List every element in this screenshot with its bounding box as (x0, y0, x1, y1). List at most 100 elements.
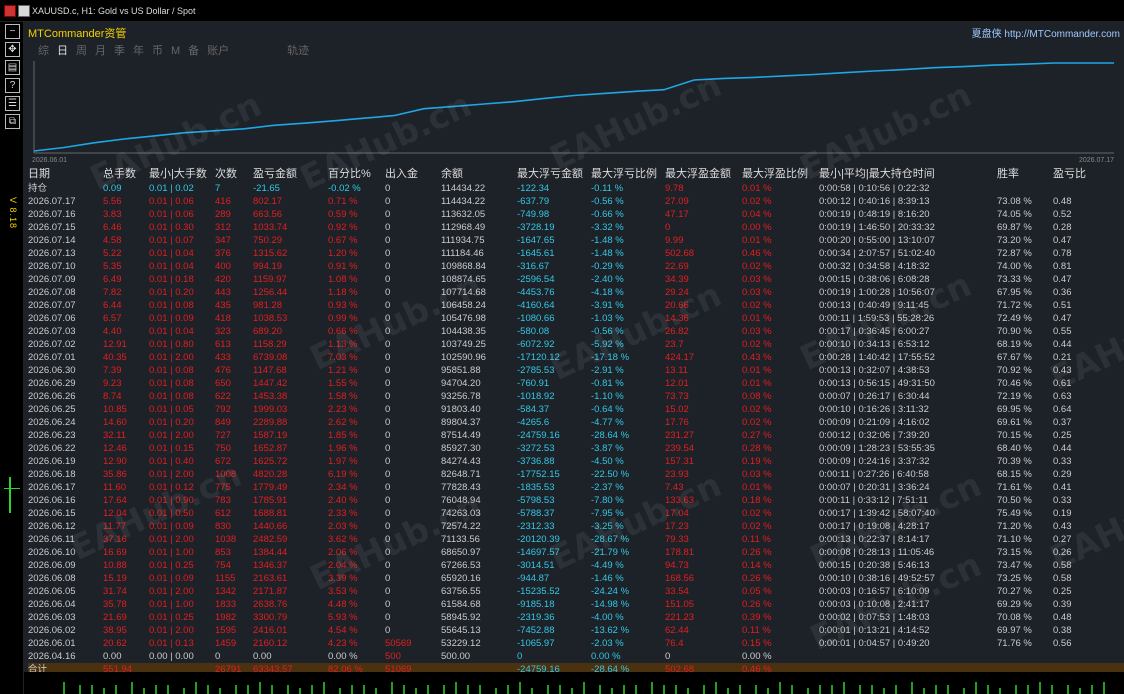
table-row[interactable]: 2026.06.19 12.90 0.01 | 0.40 672 1625.72 1.97… (28, 455, 1124, 468)
table-cell: 0.21 (1053, 352, 1072, 363)
table-row[interactable]: 2026.06.08 15.19 0.01 | 0.09 1155 2163.61 3.3… (28, 572, 1124, 585)
table-row[interactable]: 2026.07.06 6.57 0.01 | 0.09 418 1038.53 0.99 … (28, 312, 1124, 325)
minimize-icon[interactable]: − (5, 24, 20, 39)
restore-icon[interactable]: ⧉ (5, 114, 20, 129)
table-row[interactable]: 2026.06.24 14.60 0.01 | 0.20 849 2289.88 2.62… (28, 416, 1124, 429)
column-header: 盈亏比 (1053, 168, 1086, 180)
table-row[interactable]: 2026.06.15 12.04 0.01 | 0.50 612 1688.81 2.33… (28, 507, 1124, 520)
settings-icon[interactable]: ☰ (5, 96, 20, 111)
table-cell: -21.65 (253, 183, 280, 194)
table-row[interactable]: 2026.04.16 0.00 0.00 | 0.00 0 0.00 0.00 % 500 5… (28, 650, 1124, 663)
table-cell: 0.44 (1053, 443, 1072, 454)
table-cell: 0.01 | 0.20 (149, 417, 194, 428)
table-row[interactable]: 2026.06.25 10.85 0.01 | 0.05 792 1999.03 2.23… (28, 403, 1124, 416)
table-row[interactable]: 2026.07.01 40.35 0.01 | 2.00 433 6739.08 7.03… (28, 351, 1124, 364)
column-header: 次数 (215, 168, 237, 180)
header-link[interactable]: 夏盘侠 http://MTCommander.com (972, 25, 1120, 40)
table-cell: 6.19 % (328, 469, 358, 480)
table-cell: 69.87 % (997, 222, 1032, 233)
table-row[interactable]: 2026.06.23 32.11 0.01 | 2.00 727 1587.19 1.85… (28, 429, 1124, 442)
table-cell: 0.55 (1053, 326, 1072, 337)
table-row[interactable]: 2026.06.16 17.64 0.01 | 0.90 783 1785.91 2.40… (28, 494, 1124, 507)
table-cell: 2026.06.08 (28, 573, 76, 584)
table-cell: -2.40 % (591, 274, 624, 285)
table-cell: -749.98 (517, 209, 550, 220)
table-cell: 0.36 (1053, 287, 1072, 298)
position-row[interactable]: 持仓 0.09 0.01 | 0.02 7 -21.65 -0.02 % 0 114434.2… (28, 182, 1124, 195)
table-row[interactable]: 2026.06.29 9.23 0.01 | 0.08 650 1447.42 1.55 … (28, 377, 1124, 390)
table-cell: 38.95 (103, 625, 127, 636)
table-row[interactable]: 2026.07.07 6.44 0.01 | 0.08 435 981.28 0.93 %… (28, 299, 1124, 312)
table-cell: 0.27 (1053, 534, 1072, 545)
tab-2[interactable]: 周 (76, 42, 87, 58)
table-cell: 0.92 % (328, 222, 358, 233)
table-row[interactable]: 2026.07.09 6.49 0.01 | 0.18 420 1159.97 1.08 … (28, 273, 1124, 286)
table-row[interactable]: 2026.06.22 12.46 0.01 | 0.15 750 1652.87 1.96… (28, 442, 1124, 455)
table-row[interactable]: 2026.07.14 4.58 0.01 | 0.07 347 750.29 0.67 %… (28, 234, 1124, 247)
table-cell: 151.05 (665, 599, 695, 610)
table-cell: -1.03 % (591, 313, 624, 324)
table-cell: 0.64 (1053, 404, 1072, 415)
table-row[interactable]: 2026.06.30 7.39 0.01 | 0.08 476 1147.68 1.21 … (28, 364, 1124, 377)
table-cell: 94704.20 (441, 378, 481, 389)
table-cell: 1833 (215, 599, 237, 610)
help-icon[interactable]: ? (5, 78, 20, 93)
table-row[interactable]: 2026.07.10 5.35 0.01 | 0.04 400 994.19 0.91 %… (28, 260, 1124, 273)
move-icon[interactable]: ✥ (5, 42, 20, 57)
table-cell: 0.01 % (742, 482, 772, 493)
table-cell: 289 (215, 209, 231, 220)
table-cell: 0:00:07 | 0:26:17 | 6:30:44 (819, 391, 930, 402)
table-cell: 1447.42 (253, 378, 288, 389)
table-cell: 0.01 | 0.12 (149, 482, 194, 493)
table-row[interactable]: 2026.06.26 8.74 0.01 | 0.08 622 1453.38 1.58 … (28, 390, 1124, 403)
table-cell: 71133.56 (441, 534, 480, 545)
table-row[interactable]: 2026.07.16 3.83 0.01 | 0.06 289 663.56 0.59 %… (28, 208, 1124, 221)
tab-8[interactable]: 备 (188, 42, 199, 58)
table-row[interactable]: 2026.07.13 5.22 0.01 | 0.04 376 1315.62 1.20 … (28, 247, 1124, 260)
table-cell: 178.81 (665, 547, 695, 558)
table-cell: 2026.07.13 (28, 248, 76, 259)
table-row[interactable]: 2026.06.18 35.86 0.01 | 2.00 1008 4820.28 6.1… (28, 468, 1124, 481)
table-cell: -17.18 % (591, 352, 630, 363)
table-row[interactable]: 2026.06.17 11.60 0.01 | 0.12 775 1779.49 2.34… (28, 481, 1124, 494)
table-cell: 0.03 % (742, 469, 772, 480)
table-cell: -0.64 % (591, 404, 624, 415)
tab-5[interactable]: 年 (133, 42, 144, 58)
table-row[interactable]: 2026.06.12 11.77 0.01 | 0.09 830 1440.66 2.03… (28, 520, 1124, 533)
tab-10[interactable]: 轨迹 (287, 42, 309, 58)
table-cell: 15.19 (103, 573, 127, 584)
table-row[interactable]: 2026.06.01 20.62 0.01 | 0.13 1459 2160.12 4.2… (28, 637, 1124, 650)
table-row[interactable]: 2026.06.02 38.95 0.01 | 2.00 1595 2416.01 4.5… (28, 624, 1124, 637)
equity-line (33, 62, 1114, 152)
table-cell: 107714.68 (441, 287, 486, 298)
chart-window-icon (18, 5, 30, 17)
tab-4[interactable]: 季 (114, 42, 125, 58)
table-row[interactable]: 2026.07.02 12.91 0.01 | 0.80 613 1158.29 1.13… (28, 338, 1124, 351)
table-cell: -15235.52 (517, 586, 560, 597)
table-row[interactable]: 2026.07.08 7.82 0.01 | 0.20 443 1256.44 1.18 … (28, 286, 1124, 299)
report-icon[interactable]: ▤ (5, 60, 20, 75)
table-cell: 672 (215, 456, 231, 467)
table-row[interactable]: 2026.07.15 6.46 0.01 | 0.30 312 1033.74 0.92 … (28, 221, 1124, 234)
table-row[interactable]: 2026.06.05 31.74 0.01 | 2.00 1342 2171.87 3.5… (28, 585, 1124, 598)
table-row[interactable]: 2026.06.09 10.88 0.01 | 0.25 754 1346.37 2.04… (28, 559, 1124, 572)
table-cell: 0:00:01 | 0:04:57 | 0:49:20 (819, 638, 930, 649)
table-row[interactable]: 2026.06.03 21.69 0.01 | 0.25 1982 3300.79 5.9… (28, 611, 1124, 624)
table-row[interactable]: 2026.07.03 4.40 0.01 | 0.04 323 689.20 0.66 %… (28, 325, 1124, 338)
tab-6[interactable]: 币 (152, 42, 163, 58)
table-row[interactable]: 2026.06.10 16.69 0.01 | 1.00 853 1384.44 2.06… (28, 546, 1124, 559)
table-row[interactable]: 2026.06.11 37.16 0.01 | 2.00 1038 2482.59 3.6… (28, 533, 1124, 546)
tab-1[interactable]: 日 (57, 42, 68, 58)
table-cell: 0 (385, 248, 391, 259)
table-row[interactable]: 2026.07.17 5.56 0.01 | 0.06 416 802.17 0.71 %… (28, 195, 1124, 208)
tab-9[interactable]: 账户 (207, 42, 229, 58)
tab-7[interactable]: M (171, 45, 180, 57)
tab-3[interactable]: 月 (95, 42, 106, 58)
table-row[interactable]: 2026.06.04 35.78 0.01 | 1.00 1833 2638.76 4.4… (28, 598, 1124, 611)
table-cell: 0 (215, 651, 221, 662)
table-cell: 727 (215, 430, 231, 441)
table-header: 日期 总手数 最小|大手数 次数 盈亏金额 百分比% 出入金 余额 最大浮亏金额 最大浮亏比例 最大… (28, 167, 1124, 182)
tab-0[interactable]: 综 (38, 42, 49, 58)
total-cell: -28.64 % (591, 664, 630, 672)
volume-bars (63, 682, 1105, 694)
